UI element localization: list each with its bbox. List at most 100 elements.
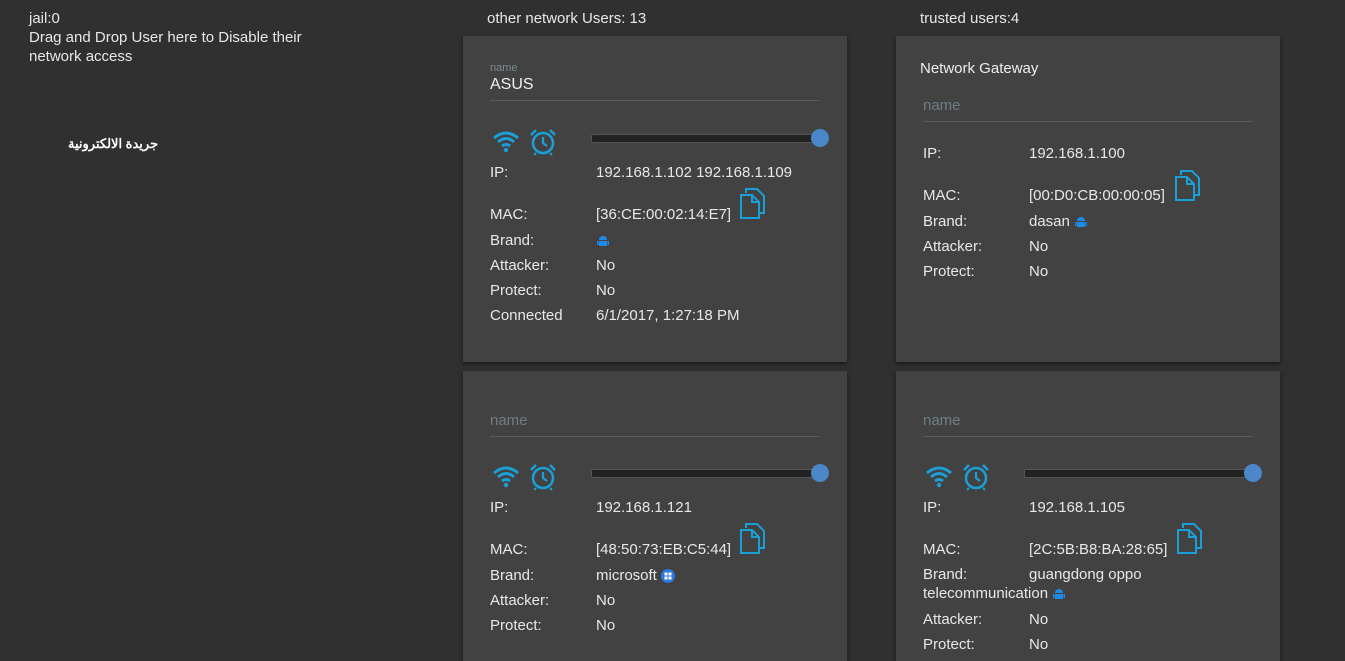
brand-label: Brand: bbox=[923, 566, 968, 583]
protect-row: Protect: No bbox=[923, 262, 1048, 281]
ip-label: IP: bbox=[490, 499, 509, 516]
mac-row: MAC: [36:CE:00:02:14:E7] bbox=[490, 205, 731, 224]
name-field[interactable]: name bbox=[490, 410, 820, 437]
protect-row: Protect: No bbox=[490, 616, 615, 635]
name-field-placeholder[interactable]: name bbox=[923, 410, 1253, 436]
connected-value: 6/1/2017, 1:27:18 PM bbox=[596, 307, 740, 324]
alarm-clock-icon[interactable] bbox=[529, 463, 557, 491]
name-field-placeholder[interactable]: name bbox=[490, 410, 820, 436]
brand-row: Brand: guangdong oppo telecommunication bbox=[923, 565, 1223, 603]
bandwidth-slider[interactable] bbox=[591, 464, 829, 482]
attacker-value: No bbox=[1029, 611, 1049, 628]
mac-label: MAC: bbox=[490, 541, 528, 558]
protect-row: Protect: No bbox=[490, 281, 615, 300]
copy-icon[interactable] bbox=[1175, 522, 1205, 554]
android-icon bbox=[1075, 217, 1088, 228]
name-field-placeholder[interactable]: name bbox=[923, 95, 1253, 121]
other-users-header: other network Users: 13 bbox=[487, 10, 647, 27]
alarm-clock-icon[interactable] bbox=[529, 128, 557, 156]
connected-label: Connected bbox=[490, 307, 563, 324]
status-icons bbox=[493, 128, 557, 156]
mac-label: MAC: bbox=[923, 187, 961, 204]
attacker-row: Attacker: No bbox=[490, 591, 615, 610]
wifi-icon bbox=[493, 131, 519, 153]
android-icon bbox=[1053, 589, 1066, 600]
ip-value: 192.168.1.121 bbox=[596, 499, 692, 516]
mac-label: MAC: bbox=[923, 541, 961, 558]
ip-value: 192.168.1.100 bbox=[1029, 145, 1125, 162]
user-card-microsoft[interactable]: name IP: 192.168.1.121 MAC: [48:50:73:EB:C… bbox=[463, 371, 847, 661]
trusted-users-header: trusted users:4 bbox=[920, 10, 1020, 27]
mac-row: MAC: [00:D0:CB:00:00:05] bbox=[923, 186, 1165, 205]
jail-count: jail:0 bbox=[29, 10, 60, 27]
slider-knob[interactable] bbox=[811, 129, 829, 147]
status-icons bbox=[926, 463, 990, 491]
copy-icon[interactable] bbox=[1173, 169, 1203, 201]
ip-value: 192.168.1.105 bbox=[1029, 499, 1125, 516]
ip-value: 192.168.1.102 192.168.1.109 bbox=[596, 164, 793, 181]
mac-value: [36:CE:00:02:14:E7] bbox=[596, 206, 732, 223]
bandwidth-slider[interactable] bbox=[1024, 464, 1262, 482]
bandwidth-slider[interactable] bbox=[591, 129, 829, 147]
mac-row: MAC: [2C:5B:B8:BA:28:65] bbox=[923, 540, 1167, 559]
slider-knob[interactable] bbox=[811, 464, 829, 482]
brand-value: microsoft bbox=[596, 567, 657, 584]
alarm-clock-icon[interactable] bbox=[962, 463, 990, 491]
attacker-label: Attacker: bbox=[490, 592, 550, 609]
brand-label: Brand: bbox=[490, 567, 535, 584]
mac-value: [00:D0:CB:00:00:05] bbox=[1029, 187, 1165, 204]
ip-label: IP: bbox=[923, 145, 942, 162]
attacker-value: No bbox=[1029, 238, 1049, 255]
ip-label: IP: bbox=[490, 164, 509, 181]
brand-label: Brand: bbox=[490, 232, 535, 249]
attacker-row: Attacker: No bbox=[923, 610, 1048, 629]
protect-label: Protect: bbox=[490, 282, 542, 299]
protect-label: Protect: bbox=[490, 617, 542, 634]
status-icons bbox=[493, 463, 557, 491]
name-field[interactable]: name ASUS bbox=[490, 62, 820, 101]
brand-row: Brand: bbox=[490, 231, 610, 250]
mac-value: [48:50:73:EB:C5:44] bbox=[596, 541, 732, 558]
watermark-text: جريدة الالكترونية bbox=[68, 136, 159, 151]
brand-label: Brand: bbox=[923, 213, 968, 230]
protect-label: Protect: bbox=[923, 263, 975, 280]
mac-row: MAC: [48:50:73:EB:C5:44] bbox=[490, 540, 731, 559]
attacker-label: Attacker: bbox=[923, 238, 983, 255]
protect-value: No bbox=[596, 617, 616, 634]
name-field[interactable]: name bbox=[923, 410, 1253, 437]
attacker-value: No bbox=[596, 592, 616, 609]
jail-drop-zone-hint[interactable]: Drag and Drop User here to Disable their… bbox=[29, 28, 329, 66]
attacker-label: Attacker: bbox=[923, 611, 983, 628]
gateway-title: Network Gateway bbox=[920, 60, 1039, 77]
ip-label: IP: bbox=[923, 499, 942, 516]
name-field-label: name bbox=[490, 62, 518, 74]
ip-row: IP: 192.168.1.102 192.168.1.109 bbox=[490, 163, 792, 182]
wifi-icon bbox=[493, 466, 519, 488]
brand-row: Brand: microsoft bbox=[490, 566, 676, 585]
protect-value: No bbox=[596, 282, 616, 299]
attacker-row: Attacker: No bbox=[923, 237, 1048, 256]
user-card-asus[interactable]: name ASUS IP: 192.168.1.102 192.168.1.109… bbox=[463, 36, 847, 362]
user-card-oppo[interactable]: name IP: 192.168.1.105 MAC: [2C:5B:B8:BA:2… bbox=[896, 371, 1280, 661]
windows-icon bbox=[661, 569, 676, 584]
mac-value: [2C:5B:B8:BA:28:65] bbox=[1029, 541, 1168, 558]
ip-row: IP: 192.168.1.105 bbox=[923, 498, 1125, 517]
slider-knob[interactable] bbox=[1244, 464, 1262, 482]
android-icon bbox=[597, 236, 609, 247]
user-card-gateway[interactable]: Network Gateway name IP: 192.168.1.100 MA… bbox=[896, 36, 1280, 362]
connected-row: Connected 6/1/2017, 1:27:18 PM bbox=[490, 306, 739, 325]
ip-row: IP: 192.168.1.121 bbox=[490, 498, 692, 517]
name-field-value[interactable]: ASUS bbox=[490, 74, 820, 100]
name-field[interactable]: name bbox=[923, 95, 1253, 122]
protect-value: No bbox=[1029, 263, 1049, 280]
wifi-icon bbox=[926, 466, 952, 488]
attacker-row: Attacker: No bbox=[490, 256, 615, 275]
brand-row: Brand: dasan bbox=[923, 212, 1088, 231]
attacker-value: No bbox=[596, 257, 616, 274]
attacker-label: Attacker: bbox=[490, 257, 550, 274]
copy-icon[interactable] bbox=[738, 522, 768, 554]
copy-icon[interactable] bbox=[738, 187, 768, 219]
mac-label: MAC: bbox=[490, 206, 528, 223]
ip-row: IP: 192.168.1.100 bbox=[923, 144, 1125, 163]
brand-value: dasan bbox=[1029, 213, 1070, 230]
